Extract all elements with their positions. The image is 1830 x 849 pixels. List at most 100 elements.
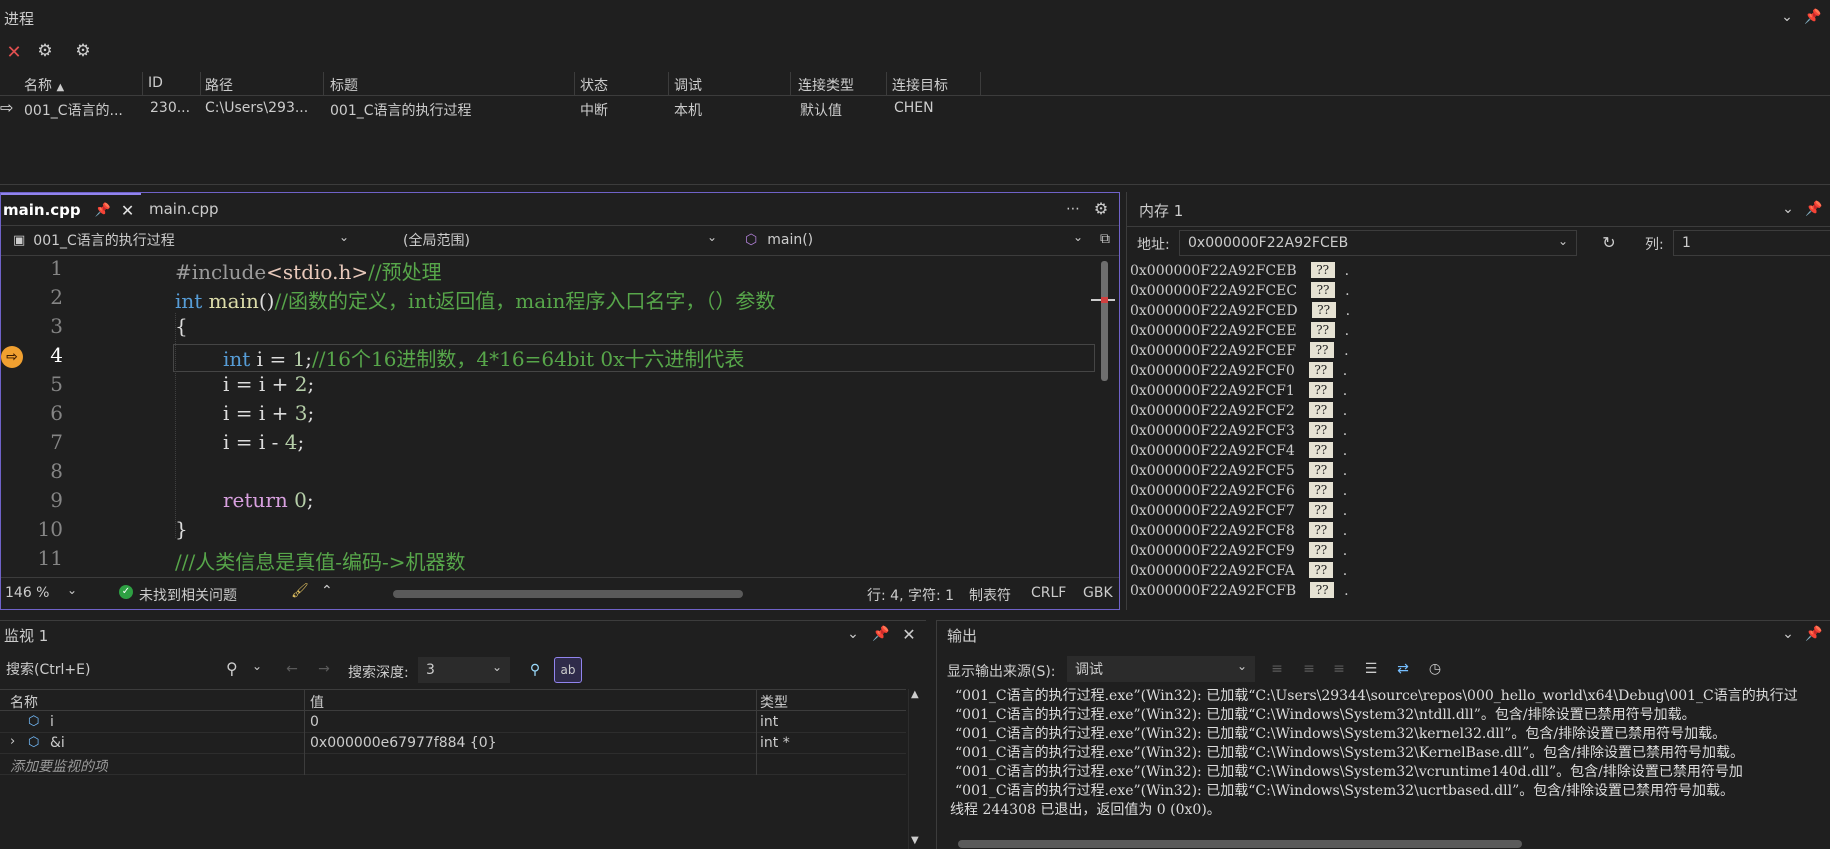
chevron-down-icon[interactable]: ⌄ — [1779, 625, 1797, 643]
memory-byte[interactable]: ?? — [1308, 482, 1333, 498]
word-wrap-icon[interactable]: ⇄ — [1393, 659, 1413, 679]
col-debug[interactable]: 调试 — [674, 75, 702, 95]
watch-value[interactable]: 0 — [310, 714, 319, 730]
pin-icon[interactable]: 📌 — [1805, 625, 1823, 643]
output-horizontal-scrollbar[interactable] — [958, 840, 1522, 848]
project-dropdown[interactable]: ▣ 001_C语言的执行过程 ⌄ — [5, 227, 357, 253]
gear-icon[interactable]: ⚙ — [1091, 198, 1111, 218]
memory-row[interactable]: 0x000000F22A92FCEB??. — [1130, 262, 1349, 282]
align-left-icon[interactable]: ≡ — [1267, 659, 1287, 679]
memory-byte[interactable]: ?? — [1308, 462, 1333, 478]
col-path[interactable]: 路径 — [205, 75, 233, 95]
memory-byte[interactable]: ?? — [1311, 282, 1336, 298]
memory-byte[interactable]: ?? — [1308, 502, 1333, 518]
pin-icon[interactable]: 📌 — [95, 203, 111, 218]
col-value[interactable]: 值 — [310, 692, 324, 712]
code-line-5[interactable]: i = i + 2; — [223, 372, 314, 396]
memory-row[interactable]: 0x000000F22A92FCFA??. — [1130, 562, 1347, 582]
memory-row[interactable]: 0x000000F22A92FCF1??. — [1130, 382, 1347, 402]
col-conn-target[interactable]: 连接目标 — [892, 75, 948, 95]
memory-row[interactable]: 0x000000F22A92FCF0??. — [1130, 362, 1347, 382]
code-line-1[interactable]: #include<stdio.h>//预处理 — [175, 256, 442, 285]
memory-byte[interactable]: ?? — [1310, 262, 1335, 278]
columns-input[interactable]: 1 — [1673, 230, 1830, 256]
code-line-3[interactable]: { — [175, 314, 188, 338]
clear-all-icon[interactable]: ☰ — [1361, 659, 1381, 679]
close-icon[interactable]: ✕ — [900, 625, 918, 644]
code-line-4[interactable]: int i = 1;//16个16进制数，4*16=64bit 0x十六进制代表 — [223, 343, 744, 372]
align-right-icon[interactable]: ≡ — [1329, 659, 1349, 679]
memory-byte[interactable]: ?? — [1308, 542, 1333, 558]
more-icon[interactable]: ⋯ — [1063, 199, 1083, 219]
memory-row[interactable]: 0x000000F22A92FCFB??. — [1130, 582, 1349, 602]
code-line-2[interactable]: int main()//函数的定义，int返回值，main程序入口名字，（）参数 — [175, 285, 775, 314]
scrollbar-thumb[interactable] — [1101, 261, 1108, 381]
code-line-10[interactable]: } — [175, 517, 188, 541]
detach-icon[interactable]: ✕ — [4, 42, 24, 63]
memory-row[interactable]: 0x000000F22A92FCEC??. — [1130, 282, 1350, 302]
align-center-icon[interactable]: ≡ — [1299, 659, 1319, 679]
horizontal-scrollbar[interactable] — [393, 590, 743, 598]
function-dropdown[interactable]: ⬡ main() ⌄ — [733, 227, 1091, 253]
memory-row[interactable]: 0x000000F22A92FCF3??. — [1130, 422, 1347, 442]
memory-byte[interactable]: ?? — [1308, 442, 1333, 458]
watch-search-input[interactable]: 搜索(Ctrl+E) ⚲ ⌄ — [0, 655, 270, 683]
col-name[interactable]: 名称 ▲ — [24, 75, 64, 95]
memory-byte[interactable]: ?? — [1311, 302, 1336, 318]
pin-icon[interactable]: 📌 — [1805, 200, 1823, 218]
table-row[interactable]: ⬡ i 0 int — [0, 712, 906, 733]
table-row[interactable]: › ⬡ &i 0x000000e67977f884 {0} int * — [0, 733, 906, 754]
chevron-down-icon[interactable]: ⌄ — [252, 659, 262, 673]
memory-byte[interactable]: ?? — [1308, 362, 1333, 378]
memory-row[interactable]: 0x000000F22A92FCEF??. — [1130, 342, 1349, 362]
zoom-level[interactable]: 146 % — [5, 585, 49, 601]
clock-icon[interactable]: ◷ — [1425, 659, 1445, 679]
memory-row[interactable]: 0x000000F22A92FCF8??. — [1130, 522, 1347, 542]
memory-row[interactable]: 0x000000F22A92FCEE??. — [1130, 322, 1349, 342]
scope-dropdown[interactable]: (全局范围) ⌄ — [365, 227, 725, 253]
chevron-down-icon[interactable]: ⌄ — [844, 625, 862, 643]
memory-row[interactable]: 0x000000F22A92FCF7??. — [1130, 502, 1347, 522]
search-icon[interactable]: ⚲ — [226, 659, 238, 678]
memory-row[interactable]: 0x000000F22A92FCF4??. — [1130, 442, 1347, 462]
vertical-scrollbar[interactable]: ▲ ▼ — [908, 689, 922, 849]
pin-source-icon[interactable]: ⚲ — [524, 659, 546, 681]
chevron-down-icon[interactable]: ⌄ — [1779, 200, 1797, 218]
cursor-position[interactable]: 行: 4, 字符: 1 — [867, 585, 954, 605]
address-input[interactable]: 0x000000F22A92FCEB ⌄ — [1179, 230, 1577, 256]
split-icon[interactable]: ⧉ — [1095, 229, 1115, 249]
memory-byte[interactable]: ?? — [1308, 562, 1333, 578]
text-view-icon[interactable]: ab — [554, 657, 582, 683]
memory-row[interactable]: 0x000000F22A92FCF5??. — [1130, 462, 1347, 482]
memory-byte[interactable]: ?? — [1308, 382, 1333, 398]
memory-byte[interactable]: ?? — [1310, 342, 1335, 358]
col-conn-type[interactable]: 连接类型 — [798, 75, 854, 95]
attach-process-icon[interactable]: ⚙ — [34, 40, 56, 62]
memory-byte[interactable]: ?? — [1308, 522, 1333, 538]
table-row[interactable]: ⇨ 001_C语言的... 230... C:\Users\293... 001… — [0, 97, 1830, 121]
add-watch-hint[interactable]: 添加要监视的项 — [10, 756, 108, 776]
memory-row[interactable]: 0x000000F22A92FCF6??. — [1130, 482, 1347, 502]
memory-byte[interactable]: ?? — [1310, 322, 1335, 338]
add-watch-row[interactable]: 添加要监视的项 — [0, 754, 906, 775]
memory-row[interactable]: 0x000000F22A92FCF2??. — [1130, 402, 1347, 422]
memory-byte[interactable]: ?? — [1308, 422, 1333, 438]
chevron-up-icon[interactable]: ⌃ — [321, 583, 333, 599]
code-line-9[interactable]: return 0; — [223, 488, 314, 512]
col-name[interactable]: 名称 — [10, 692, 38, 712]
vertical-scrollbar[interactable] — [1091, 257, 1115, 587]
refresh-icon[interactable]: ↻ — [1599, 232, 1619, 252]
forward-arrow-icon[interactable]: → — [314, 659, 334, 679]
col-title[interactable]: 标题 — [330, 75, 358, 95]
pin-icon[interactable]: 📌 — [1804, 8, 1822, 26]
code-line-11[interactable]: ///人类信息是真值-编码->机器数 — [175, 546, 466, 575]
settings-icon[interactable]: ⚙ — [72, 40, 94, 62]
issues-status[interactable]: 未找到相关问题 — [139, 585, 237, 605]
memory-byte[interactable]: ?? — [1310, 582, 1335, 598]
code-line-6[interactable]: i = i + 3; — [223, 401, 314, 425]
close-icon[interactable]: ✕ — [121, 201, 134, 220]
col-state[interactable]: 状态 — [580, 75, 608, 95]
memory-row[interactable]: 0x000000F22A92FCED??. — [1130, 302, 1350, 322]
line-ending[interactable]: CRLF — [1031, 585, 1066, 601]
tab-main-cpp[interactable]: main.cpp — [149, 193, 249, 225]
